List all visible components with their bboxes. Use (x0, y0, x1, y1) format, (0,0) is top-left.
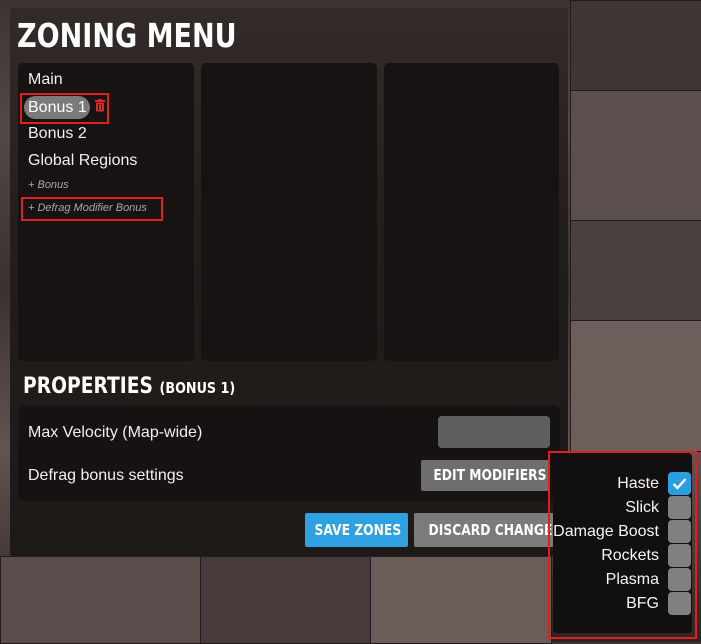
add-defrag-bonus-link[interactable]: + Defrag Modifier Bonus (28, 202, 147, 214)
edit-modifiers-button[interactable]: EDIT MODIFIERS (421, 460, 549, 491)
add-bonus-link[interactable]: + Bonus (28, 179, 69, 191)
defrag-settings-label: Defrag bonus settings (28, 467, 184, 484)
trash-icon[interactable] (95, 99, 105, 112)
save-zones-button[interactable]: SAVE ZONES (305, 513, 408, 547)
properties-heading: PROPERTIES (23, 374, 153, 399)
page-title: ZONING MENU (17, 16, 237, 55)
properties-title: PROPERTIES (BONUS 1) (23, 374, 235, 399)
max-velocity-label: Max Velocity (Map-wide) (28, 424, 203, 441)
zone-detail-column (201, 63, 377, 361)
zone-subdetail-column (384, 63, 559, 361)
discard-changes-button[interactable]: DISCARD CHANGES (414, 513, 557, 547)
zone-item-main[interactable]: Main (28, 71, 63, 89)
properties-subtitle: (BONUS 1) (159, 379, 236, 397)
modifiers-highlight-box (548, 451, 697, 639)
zone-item-bonus-1[interactable]: Bonus 1 (24, 96, 90, 119)
zone-item-bonus-2[interactable]: Bonus 2 (28, 125, 87, 143)
zone-item-global-regions[interactable]: Global Regions (28, 152, 137, 170)
max-velocity-input[interactable] (438, 416, 550, 448)
